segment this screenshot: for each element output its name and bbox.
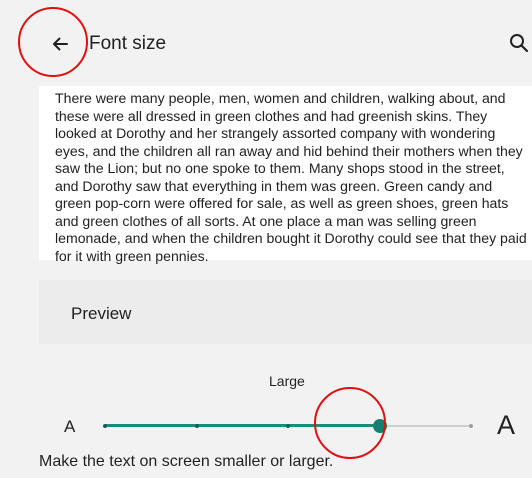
page-title: Font size <box>89 33 167 54</box>
preview-label: Preview <box>71 304 132 323</box>
large-text-indicator: A <box>497 410 516 440</box>
preview-header: Preview <box>39 280 532 344</box>
back-button[interactable] <box>44 28 76 60</box>
search-icon <box>510 34 529 53</box>
sample-text-card: There were many people, men, women and c… <box>39 86 532 264</box>
font-size-description: Make the text on screen smaller or large… <box>39 453 334 470</box>
small-text-indicator: A <box>64 417 76 436</box>
app-bar: Font size <box>0 0 532 86</box>
slider-fill <box>105 424 380 427</box>
font-size-current-label: Large <box>269 373 305 389</box>
slider-tick <box>103 424 107 428</box>
font-size-slider[interactable] <box>103 412 473 440</box>
sample-text: There were many people, men, women and c… <box>55 90 527 264</box>
slider-tick <box>469 424 473 428</box>
slider-tick <box>194 424 199 428</box>
arrow-back-icon <box>53 37 68 51</box>
slider-tick <box>286 424 290 428</box>
search-button[interactable] <box>508 28 532 60</box>
slider-thumb[interactable] <box>372 419 387 433</box>
